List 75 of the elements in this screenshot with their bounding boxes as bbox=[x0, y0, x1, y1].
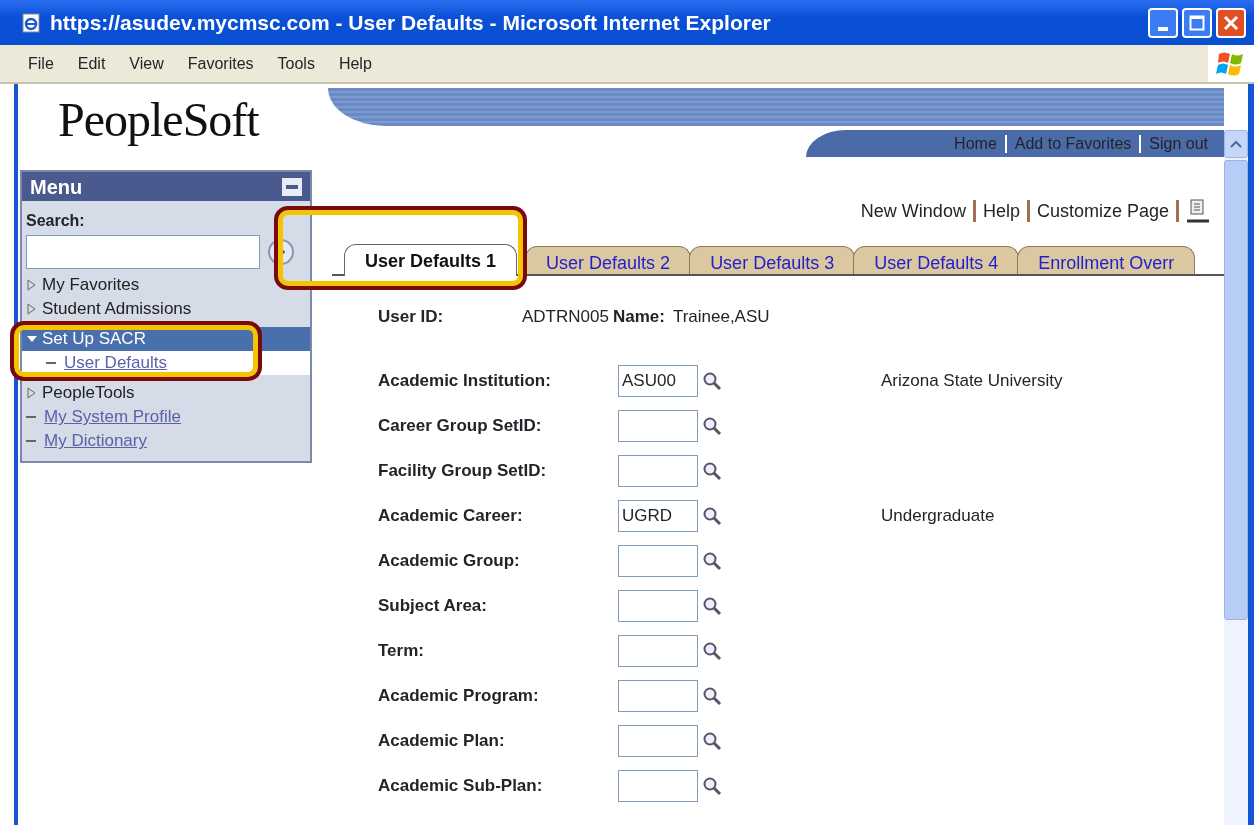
tab[interactable]: Enrollment Overr bbox=[1017, 246, 1196, 274]
menu-title: Menu bbox=[30, 174, 83, 200]
minus-icon bbox=[286, 184, 298, 189]
maximize-button[interactable] bbox=[1182, 7, 1212, 38]
input-field[interactable] bbox=[618, 724, 698, 757]
search-field[interactable] bbox=[26, 235, 260, 269]
caret-icon bbox=[1230, 140, 1242, 148]
menu-item[interactable]: PeopleTools bbox=[22, 381, 310, 405]
menu-item[interactable]: Edit bbox=[77, 51, 106, 76]
close-button[interactable] bbox=[1216, 7, 1246, 38]
expander-icon[interactable] bbox=[26, 386, 38, 400]
dash-icon bbox=[26, 416, 36, 418]
minimize-icon bbox=[1158, 26, 1168, 31]
dash-icon bbox=[46, 362, 56, 364]
menu-item[interactable]: My Favorites bbox=[22, 273, 310, 297]
menu-item-label[interactable]: Set Up SACR bbox=[42, 326, 146, 352]
menu-item[interactable]: Favorites bbox=[187, 51, 254, 76]
field-label: Career Group SetID: bbox=[378, 414, 543, 437]
field-label: Subject Area: bbox=[378, 594, 488, 617]
input-field[interactable] bbox=[618, 544, 698, 577]
input-field[interactable] bbox=[618, 634, 698, 667]
input-field[interactable] bbox=[618, 409, 698, 442]
scroll-up-button[interactable] bbox=[1224, 130, 1248, 158]
logo: PeopleSoft bbox=[58, 92, 259, 148]
page-link[interactable]: Customize Page bbox=[1036, 197, 1169, 225]
tab[interactable]: User Defaults 2 bbox=[525, 246, 692, 274]
windows-logo-icon bbox=[1208, 45, 1254, 82]
field-label: Academic Group: bbox=[378, 549, 521, 572]
menu-item-label[interactable]: PeopleTools bbox=[42, 380, 135, 406]
search-label: Search: bbox=[25, 211, 86, 231]
scroll-thumb[interactable] bbox=[1224, 160, 1248, 620]
expander-icon[interactable] bbox=[26, 278, 38, 292]
close-icon bbox=[1223, 14, 1239, 31]
maximize-icon bbox=[1189, 14, 1205, 31]
field-label: Name: bbox=[612, 306, 665, 329]
menu-link[interactable]: My Dictionary bbox=[44, 428, 147, 454]
dash-icon bbox=[26, 440, 36, 442]
tab[interactable]: User Defaults 1 bbox=[344, 244, 518, 276]
field-label: Academic Career: bbox=[378, 504, 524, 527]
menu-item[interactable]: Help bbox=[338, 51, 372, 76]
browser-icon bbox=[20, 11, 42, 34]
http-icon[interactable] bbox=[1186, 197, 1210, 225]
scrollbar[interactable] bbox=[1224, 130, 1248, 825]
expander-icon[interactable] bbox=[26, 302, 38, 316]
input-field[interactable] bbox=[618, 769, 698, 802]
input-field[interactable]: UGRD bbox=[618, 499, 698, 532]
field-value: Trainee,ASU bbox=[672, 306, 770, 329]
field-label: Academic Institution: bbox=[378, 369, 552, 392]
menu-item[interactable]: View bbox=[129, 51, 164, 76]
window-title: https://asudev.mycmsc.com - User Defaults - Microsoft Internet Explorer bbox=[50, 9, 772, 36]
field-label: Term: bbox=[378, 639, 425, 662]
menu-item[interactable]: File bbox=[28, 51, 54, 76]
input-field[interactable]: ASU00 bbox=[618, 364, 698, 397]
input-field[interactable] bbox=[618, 589, 698, 622]
input-field[interactable] bbox=[618, 454, 698, 487]
menu-item-label[interactable]: Student Admissions bbox=[42, 296, 192, 322]
menu-item-label[interactable]: My Favorites bbox=[42, 272, 140, 298]
field-description: Arizona State University bbox=[881, 369, 1064, 392]
input-field[interactable] bbox=[618, 679, 698, 712]
page-link[interactable]: Help bbox=[982, 197, 1020, 225]
field-label: Academic Sub-Plan: bbox=[378, 774, 544, 797]
field-label: Academic Plan: bbox=[378, 729, 506, 752]
field-label: Academic Program: bbox=[378, 684, 540, 707]
field-label: Facility Group SetID: bbox=[378, 459, 548, 482]
minimize-button[interactable] bbox=[1148, 7, 1178, 38]
tab[interactable]: User Defaults 4 bbox=[853, 246, 1020, 274]
field-value: ADTRN005 bbox=[522, 306, 609, 329]
page-link[interactable]: New Window bbox=[860, 197, 966, 225]
menu-item[interactable]: Student Admissions bbox=[22, 297, 310, 321]
menu-link[interactable]: My System Profile bbox=[44, 404, 181, 430]
tab[interactable]: User Defaults 3 bbox=[689, 246, 856, 274]
field-label: User ID: bbox=[378, 306, 445, 329]
menu-item[interactable]: Tools bbox=[277, 51, 315, 76]
field-description: Undergraduate bbox=[881, 504, 996, 527]
collapse-button[interactable] bbox=[282, 177, 302, 196]
